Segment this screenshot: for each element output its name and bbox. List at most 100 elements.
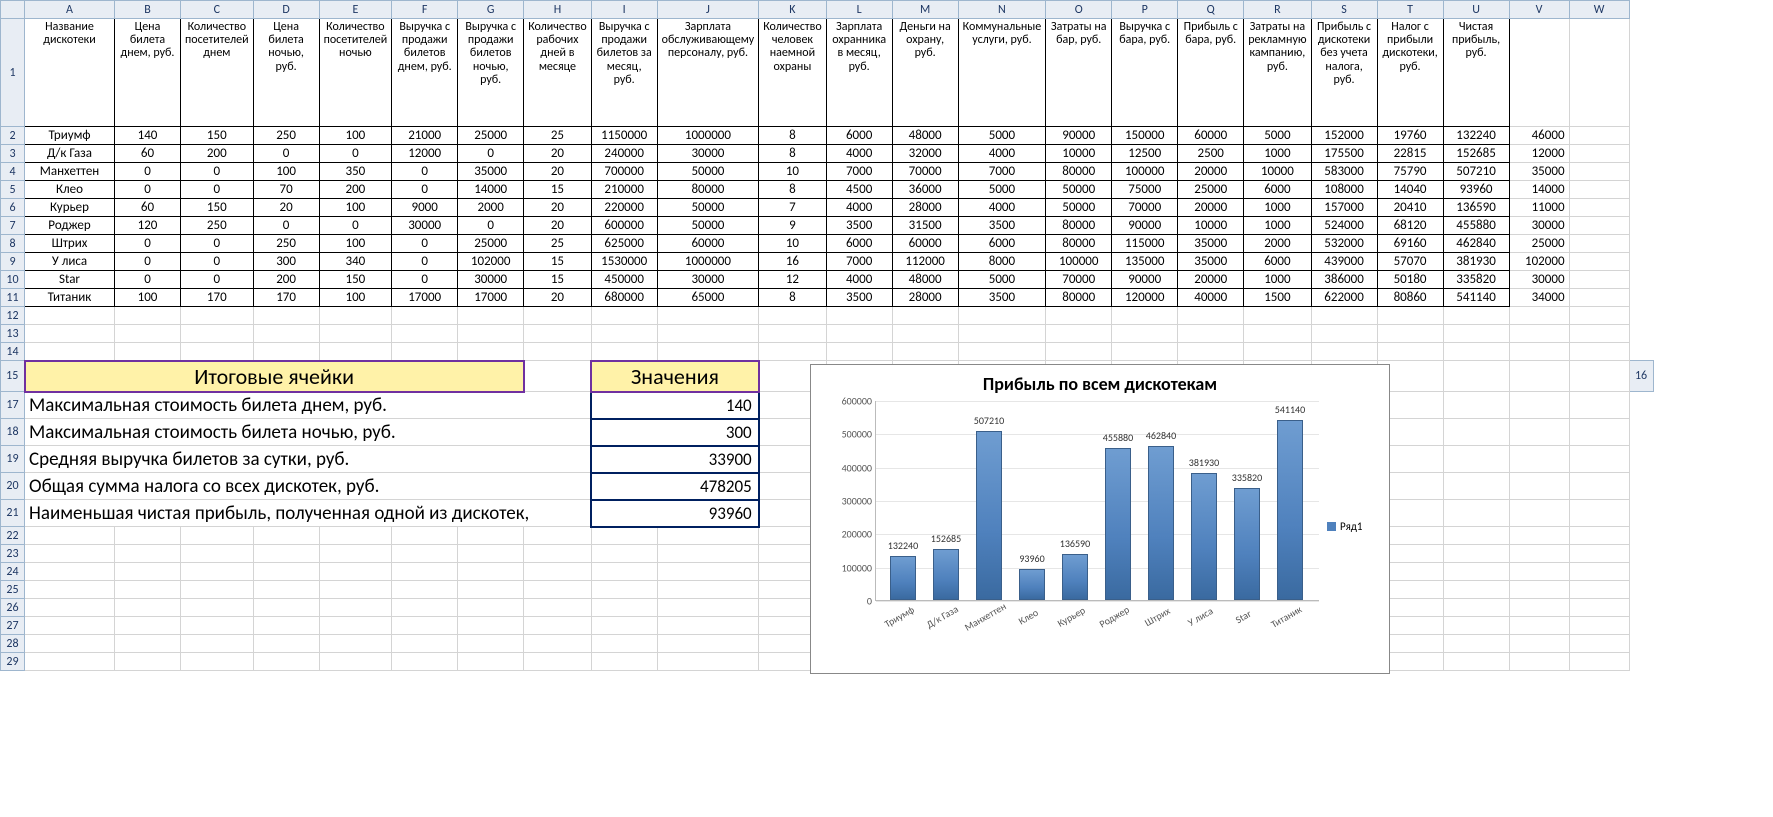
empty-cell[interactable] (1569, 419, 1629, 446)
chart-bar[interactable] (933, 549, 959, 600)
data-cell[interactable]: 80000 (1046, 217, 1112, 235)
col-header-G[interactable]: G (458, 1, 524, 19)
col-header-A[interactable]: A (25, 1, 115, 19)
empty-cell[interactable] (591, 563, 657, 581)
empty-cell[interactable] (826, 325, 892, 343)
row-header[interactable]: 5 (1, 181, 25, 199)
col-header-T[interactable]: T (1377, 1, 1443, 19)
data-cell[interactable]: 3500 (826, 289, 892, 307)
data-cell[interactable]: 93960 (1443, 181, 1509, 199)
data-cell[interactable]: 50000 (1046, 199, 1112, 217)
cell[interactable] (1569, 181, 1629, 199)
empty-cell[interactable] (458, 545, 524, 563)
row-header[interactable]: 10 (1, 271, 25, 289)
empty-cell[interactable] (1509, 635, 1569, 653)
data-cell[interactable]: 2500 (1178, 145, 1244, 163)
data-cell[interactable]: 7000 (826, 163, 892, 181)
col-header-K[interactable]: K (759, 1, 826, 19)
data-cell[interactable]: 20000 (1178, 271, 1244, 289)
data-cell[interactable]: 1000000 (657, 127, 759, 145)
data-cell[interactable]: 14040 (1377, 181, 1443, 199)
cell[interactable] (1569, 163, 1629, 181)
data-cell[interactable]: 150 (181, 199, 254, 217)
empty-cell[interactable] (115, 343, 181, 361)
empty-cell[interactable] (181, 343, 254, 361)
cell[interactable]: 14000 (1509, 181, 1569, 199)
empty-cell[interactable] (319, 563, 392, 581)
data-cell[interactable]: 0 (458, 145, 524, 163)
empty-cell[interactable] (181, 527, 254, 545)
empty-cell[interactable] (392, 617, 458, 635)
chart-bar[interactable] (1019, 569, 1045, 600)
empty-cell[interactable] (1443, 343, 1509, 361)
empty-cell[interactable] (657, 545, 759, 563)
empty-cell[interactable] (25, 581, 115, 599)
empty-cell[interactable] (892, 325, 958, 343)
row-header[interactable]: 27 (1, 617, 25, 635)
empty-cell[interactable] (524, 617, 591, 635)
data-cell[interactable]: 100 (115, 289, 181, 307)
disco-name[interactable]: Star (25, 271, 115, 289)
header-cell[interactable]: Коммунальные услуги, руб. (958, 19, 1046, 127)
data-cell[interactable]: 20 (524, 163, 591, 181)
empty-cell[interactable] (1509, 325, 1569, 343)
data-cell[interactable]: 15 (524, 181, 591, 199)
data-cell[interactable]: 31500 (892, 217, 958, 235)
data-cell[interactable]: 70000 (1112, 199, 1178, 217)
empty-cell[interactable] (319, 527, 392, 545)
data-cell[interactable]: 60 (115, 145, 181, 163)
empty-cell[interactable] (657, 581, 759, 599)
data-cell[interactable]: 625000 (591, 235, 657, 253)
data-cell[interactable]: 14000 (458, 181, 524, 199)
data-cell[interactable]: 6000 (1244, 181, 1311, 199)
empty-cell[interactable] (591, 307, 657, 325)
col-header-U[interactable]: U (1443, 1, 1509, 19)
row-header[interactable]: 26 (1, 599, 25, 617)
empty-cell[interactable] (1569, 653, 1629, 671)
empty-cell[interactable] (1443, 599, 1509, 617)
empty-cell[interactable] (1443, 617, 1509, 635)
empty-cell[interactable] (1443, 446, 1509, 473)
header-cell[interactable]: Количество рабочих дней в месяце (524, 19, 591, 127)
empty-cell[interactable] (181, 581, 254, 599)
empty-cell[interactable] (524, 343, 591, 361)
empty-cell[interactable] (958, 343, 1046, 361)
data-cell[interactable]: 1530000 (591, 253, 657, 271)
col-header-D[interactable]: D (253, 1, 319, 19)
chart-bar[interactable] (1105, 448, 1131, 600)
data-cell[interactable]: 120 (115, 217, 181, 235)
empty-cell[interactable] (1377, 343, 1443, 361)
empty-cell[interactable] (1244, 343, 1311, 361)
data-cell[interactable]: 20000 (1178, 163, 1244, 181)
col-header-V[interactable]: V (1509, 1, 1569, 19)
data-cell[interactable]: 65000 (657, 289, 759, 307)
empty-cell[interactable] (1509, 653, 1569, 671)
empty-cell[interactable] (25, 599, 115, 617)
data-cell[interactable]: 157000 (1311, 199, 1377, 217)
empty-cell[interactable] (392, 307, 458, 325)
data-cell[interactable]: 75000 (1112, 181, 1178, 199)
data-cell[interactable]: 8 (759, 289, 826, 307)
header-cell[interactable]: Затраты на рекламную кампанию, руб. (1244, 19, 1311, 127)
empty-cell[interactable] (1569, 392, 1629, 419)
data-cell[interactable]: 335820 (1443, 271, 1509, 289)
empty-cell[interactable] (1443, 653, 1509, 671)
data-cell[interactable]: 70000 (1046, 271, 1112, 289)
data-cell[interactable]: 4000 (958, 145, 1046, 163)
data-cell[interactable]: 75790 (1377, 163, 1443, 181)
empty-cell[interactable] (524, 653, 591, 671)
empty-cell[interactable] (524, 581, 591, 599)
data-cell[interactable]: 1000 (1244, 199, 1311, 217)
empty-cell[interactable] (591, 325, 657, 343)
row-header[interactable]: 25 (1, 581, 25, 599)
data-cell[interactable]: 68120 (1377, 217, 1443, 235)
empty-cell[interactable] (181, 325, 254, 343)
empty-cell[interactable] (181, 635, 254, 653)
header-cell[interactable]: Прибыль с дискотеки без учета налога, ру… (1311, 19, 1377, 127)
cell[interactable]: 34000 (1509, 289, 1569, 307)
data-cell[interactable]: 19760 (1377, 127, 1443, 145)
data-cell[interactable]: 25 (524, 235, 591, 253)
empty-cell[interactable] (1443, 473, 1509, 500)
data-cell[interactable]: 200 (319, 181, 392, 199)
empty-cell[interactable] (657, 635, 759, 653)
